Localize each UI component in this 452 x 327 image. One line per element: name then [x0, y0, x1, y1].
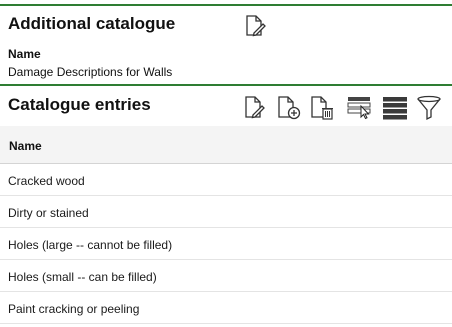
section-divider — [0, 84, 452, 86]
table-row[interactable]: Paint cracking or peeling — [0, 292, 452, 324]
document-delete-icon[interactable] — [309, 95, 335, 121]
document-add-icon[interactable] — [276, 95, 302, 121]
table-row[interactable]: Cracked wood — [0, 164, 452, 196]
column-header-name[interactable]: Name — [9, 139, 42, 153]
table-row[interactable]: Holes (small -- can be filled) — [0, 260, 452, 292]
additional-catalogue-title: Additional catalogue — [8, 14, 176, 33]
entry-name: Holes (small -- can be filled) — [8, 270, 157, 284]
row-select-icon[interactable] — [347, 95, 373, 121]
name-label: Name — [8, 47, 41, 61]
document-edit-icon[interactable] — [243, 14, 267, 38]
list-view-icon[interactable] — [382, 95, 408, 121]
catalogue-entries-list: Cracked wood Dirty or stained Holes (lar… — [0, 164, 452, 324]
entry-name: Holes (large -- cannot be filled) — [8, 238, 173, 252]
entry-name: Dirty or stained — [8, 206, 89, 220]
table-row[interactable]: Holes (large -- cannot be filled) — [0, 228, 452, 260]
column-header-row: Name — [0, 126, 452, 164]
top-divider — [0, 4, 452, 6]
filter-icon[interactable] — [416, 95, 442, 121]
entry-name: Cracked wood — [8, 174, 85, 188]
catalogue-name-value: Damage Descriptions for Walls — [8, 65, 173, 79]
catalogue-entries-title: Catalogue entries — [8, 95, 151, 114]
document-edit-icon[interactable] — [243, 95, 267, 121]
table-row[interactable]: Dirty or stained — [0, 196, 452, 228]
entry-name: Paint cracking or peeling — [8, 302, 140, 316]
